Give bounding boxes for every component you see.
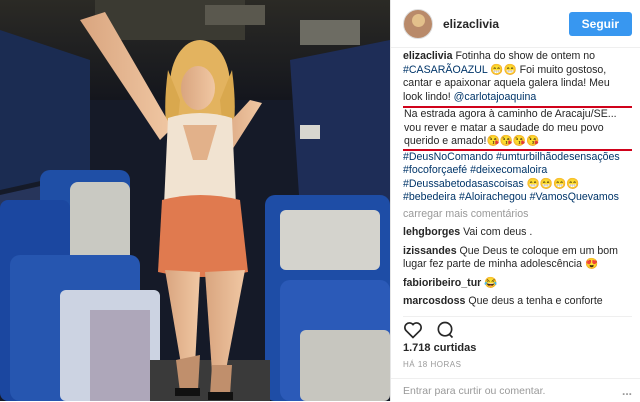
caption-hashtags[interactable]: #DeusNoComando #umturbilhãodesensações #… bbox=[403, 151, 632, 205]
caption-username[interactable]: elizaclivia bbox=[403, 50, 452, 62]
caption-text-1: Fotinha do show de ontem no bbox=[455, 50, 596, 62]
heart-icon[interactable] bbox=[403, 320, 423, 344]
highlighted-caption-text: Na estrada agora à caminho de Aracaju/SE… bbox=[403, 106, 632, 151]
comment-item: marcosdoss Que deus a tenha e conforte bbox=[403, 295, 632, 309]
comment-footer: Entrar para curtir ou comentar. ... bbox=[391, 378, 640, 402]
header-username[interactable]: elizaclivia bbox=[443, 17, 569, 31]
post-actions bbox=[403, 316, 632, 344]
comment-username[interactable]: lehgborges bbox=[403, 226, 460, 238]
comments-list: elizaclivia Fotinha do show de ontem no … bbox=[403, 50, 632, 311]
post-sidebar: elizaclivia Seguir elizaclivia Fotinha d… bbox=[390, 0, 640, 401]
bus-interior-photo bbox=[0, 0, 390, 401]
comment-item: izissandes Que Deus te coloque em um bom… bbox=[403, 245, 632, 272]
comment-icon[interactable] bbox=[435, 320, 455, 344]
login-prompt: para curtir ou comentar. bbox=[434, 384, 546, 397]
post-header: elizaclivia Seguir bbox=[391, 0, 640, 48]
avatar[interactable] bbox=[403, 8, 433, 39]
comment-username[interactable]: fabioribeiro_tur bbox=[403, 277, 481, 289]
caption: elizaclivia Fotinha do show de ontem no … bbox=[403, 50, 632, 205]
likes-count[interactable]: 1.718 curtidas bbox=[403, 342, 476, 354]
comment-item: fabioribeiro_tur 😂 bbox=[403, 277, 632, 291]
comment-item: lehgborges Vai com deus . bbox=[403, 226, 632, 240]
caption-hashtag[interactable]: #CASARÃOAZUL bbox=[403, 64, 487, 76]
load-more-comments-link[interactable]: carregar mais comentários bbox=[403, 208, 632, 222]
follow-button[interactable]: Seguir bbox=[568, 11, 632, 36]
post-timestamp[interactable]: HÁ 18 HORAS bbox=[403, 360, 461, 369]
comment-username[interactable]: izissandes bbox=[403, 245, 457, 257]
login-link[interactable]: Entrar bbox=[403, 385, 432, 397]
more-options-icon[interactable]: ... bbox=[622, 384, 632, 398]
comment-text: Vai com deus . bbox=[463, 226, 533, 238]
comment-text: 😂 bbox=[484, 276, 498, 289]
post-photo[interactable] bbox=[0, 0, 390, 401]
comment-username[interactable]: marcosdoss bbox=[403, 295, 465, 307]
caption-mention[interactable]: @carlotajoaquina bbox=[454, 91, 537, 103]
comment-text: Que deus a tenha e conforte bbox=[468, 295, 603, 307]
